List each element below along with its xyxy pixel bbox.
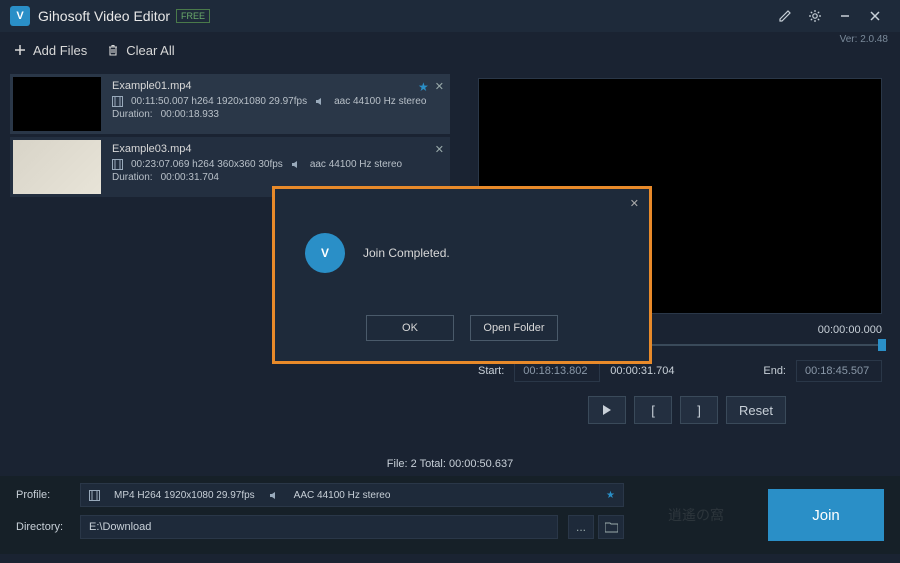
- star-icon: ★: [606, 490, 615, 501]
- profile-selector[interactable]: MP4 H264 1920x1080 29.97fps AAC 44100 Hz…: [80, 483, 624, 507]
- add-files-label: Add Files: [33, 43, 87, 58]
- remove-file-button[interactable]: ✕: [435, 80, 444, 94]
- film-icon: [112, 96, 123, 107]
- open-folder-button[interactable]: [598, 515, 624, 539]
- gear-icon[interactable]: [800, 4, 830, 28]
- profile-label: Profile:: [16, 489, 70, 501]
- file-name: Example03.mp4: [112, 143, 442, 155]
- toolbar: Add Files Clear All: [0, 32, 900, 68]
- profile-audio: AAC 44100 Hz stereo: [294, 490, 391, 501]
- titlebar: V Gihosoft Video Editor FREE: [0, 0, 900, 32]
- audio-icon: [315, 96, 326, 107]
- add-files-button[interactable]: Add Files: [14, 43, 87, 58]
- app-logo-icon: V: [305, 233, 345, 273]
- dialog-close-button[interactable]: ✕: [630, 197, 639, 210]
- film-icon: [112, 159, 123, 170]
- audio-info: aac 44100 Hz stereo: [310, 159, 402, 170]
- play-button[interactable]: [588, 396, 626, 424]
- file-name: Example01.mp4: [112, 80, 442, 92]
- profile-video: MP4 H264 1920x1080 29.97fps: [114, 490, 255, 501]
- app-title: Gihosoft Video Editor: [38, 8, 170, 24]
- end-time-input[interactable]: [796, 360, 882, 382]
- directory-label: Directory:: [16, 521, 70, 533]
- watermark: 逍遙の窩: [636, 505, 756, 525]
- version-label: Ver: 2.0.48: [840, 34, 888, 45]
- app-logo-icon: V: [10, 6, 30, 26]
- free-badge: FREE: [176, 9, 210, 23]
- end-label: End:: [763, 365, 786, 377]
- audio-info: aac 44100 Hz stereo: [334, 96, 426, 107]
- completion-dialog: ✕ V Join Completed. OK Open Folder: [272, 186, 652, 364]
- total-time: 00:00:31.704: [610, 365, 696, 377]
- directory-field[interactable]: E:\Download: [80, 515, 558, 539]
- ok-button[interactable]: OK: [366, 315, 454, 341]
- thumbnail: [13, 140, 101, 194]
- plus-icon: [14, 44, 26, 56]
- trash-icon: [107, 44, 119, 57]
- clear-all-button[interactable]: Clear All: [107, 43, 174, 58]
- start-label: Start:: [478, 365, 504, 377]
- duration-label: Duration:: [112, 109, 153, 120]
- bottom-bar: Profile: MP4 H264 1920x1080 29.97fps AAC…: [0, 476, 900, 554]
- status-bar: File: 2 Total: 00:00:50.637: [0, 458, 900, 476]
- audio-icon: [291, 159, 302, 170]
- audio-icon: [269, 490, 280, 501]
- dialog-message: Join Completed.: [363, 246, 450, 260]
- close-button[interactable]: [860, 4, 890, 28]
- video-info: 00:11:50.007 h264 1920x1080 29.97fps: [131, 96, 307, 107]
- browse-button[interactable]: ...: [568, 515, 594, 539]
- clear-all-label: Clear All: [126, 43, 174, 58]
- slider-thumb[interactable]: [878, 339, 886, 351]
- remove-file-button[interactable]: ✕: [435, 143, 444, 156]
- duration-value: 00:00:31.704: [161, 172, 219, 183]
- video-info: 00:23:07.069 h264 360x360 30fps: [131, 159, 283, 170]
- star-icon[interactable]: ★: [418, 80, 429, 94]
- reset-button[interactable]: Reset: [726, 396, 786, 424]
- mark-out-button[interactable]: ]: [680, 396, 718, 424]
- folder-icon: [605, 522, 618, 533]
- open-folder-button[interactable]: Open Folder: [470, 315, 558, 341]
- file-row[interactable]: Example01.mp4 00:11:50.007 h264 1920x108…: [10, 74, 450, 134]
- film-icon: [89, 490, 100, 501]
- edit-icon[interactable]: [770, 4, 800, 28]
- minimize-button[interactable]: [830, 4, 860, 28]
- mark-in-button[interactable]: [: [634, 396, 672, 424]
- join-button[interactable]: Join: [768, 489, 884, 541]
- thumbnail: [13, 77, 101, 131]
- duration-value: 00:00:18.933: [161, 109, 219, 120]
- duration-label: Duration:: [112, 172, 153, 183]
